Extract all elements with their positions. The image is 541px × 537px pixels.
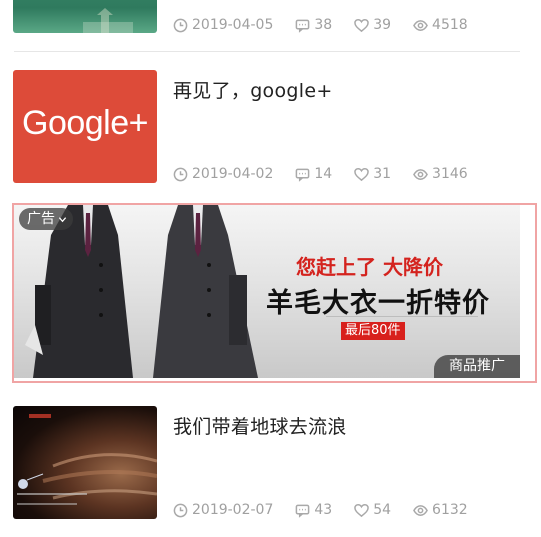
heart-icon	[354, 503, 370, 517]
article-thumbnail-wandering-earth[interactable]	[13, 406, 157, 519]
comment-icon	[296, 504, 310, 518]
view-count: 6132	[413, 502, 468, 518]
clock-icon	[173, 503, 188, 517]
eye-icon	[413, 168, 428, 180]
article-meta: 2019-02-07 43 54 6132	[173, 501, 490, 519]
eye-icon	[413, 504, 428, 516]
comment-icon	[296, 19, 310, 33]
article-title[interactable]: 再见了，google+	[173, 76, 333, 103]
google-plus-logo: Google+	[22, 104, 149, 142]
comment-count[interactable]: 38	[295, 17, 332, 33]
chevron-down-icon	[58, 216, 67, 222]
eye-icon	[413, 19, 428, 31]
comment-icon	[296, 168, 310, 182]
heart-icon	[354, 167, 370, 181]
heart-icon	[354, 18, 370, 32]
comment-count[interactable]: 43	[295, 502, 332, 518]
like-count[interactable]: 54	[354, 502, 391, 518]
pagoda-silhouette	[83, 8, 133, 33]
article-meta: 2019-04-02 14 31 3146	[173, 165, 490, 183]
date: 2019-02-07	[173, 502, 273, 518]
jupiter-illustration	[17, 414, 157, 505]
clock-icon	[173, 167, 188, 181]
promo-badge: 商品推广	[434, 355, 520, 378]
ad-headline: 您赶上了 大降价	[296, 255, 443, 279]
like-count[interactable]: 31	[354, 166, 391, 182]
article-title[interactable]: 我们带着地球去流浪	[173, 412, 347, 439]
view-count: 4518	[413, 17, 468, 33]
divider	[14, 51, 520, 52]
date: 2019-04-05	[173, 17, 273, 33]
ad-tag: 最后80件	[341, 322, 405, 340]
article-thumbnail-google-plus[interactable]: Google+	[13, 70, 157, 183]
view-count: 3146	[413, 166, 468, 182]
ad-main-text: 羊毛大衣一折特价	[266, 288, 490, 319]
like-count[interactable]: 39	[354, 17, 391, 33]
ad-label[interactable]: 广告	[19, 208, 73, 230]
date: 2019-04-02	[173, 166, 273, 182]
clock-icon	[173, 18, 188, 32]
article-meta: 2019-04-05 38 39 4518	[173, 16, 490, 34]
ad-divider	[326, 316, 478, 317]
comment-count[interactable]: 14	[295, 166, 332, 182]
article-thumbnail-green[interactable]	[13, 0, 157, 33]
ad-label-text: 广告	[27, 211, 55, 227]
